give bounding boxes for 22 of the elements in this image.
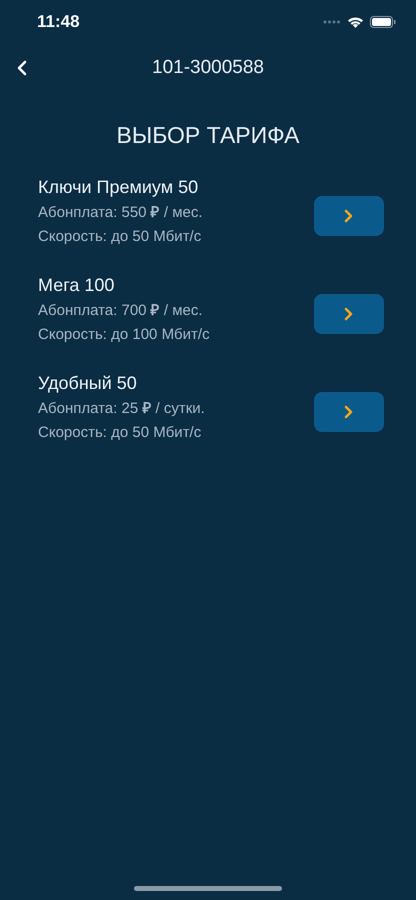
select-tariff-button[interactable] (314, 294, 384, 334)
select-tariff-button[interactable] (314, 392, 384, 432)
tariff-name: Удобный 50 (38, 372, 138, 395)
chevron-right-icon (344, 306, 354, 320)
tariff-name: Мега 100 (38, 274, 116, 296)
wifi-icon (347, 16, 364, 28)
status-time: 11:48 (37, 11, 80, 34)
chevron-right-icon (344, 208, 354, 222)
page-heading: ВЫБОР ТАРИФА (116, 121, 300, 150)
tariff-fee: Абонплата: 25 ₽ / сутки. (38, 398, 205, 418)
tariff-fee: Абонплата: 550 ₽ / мес. (38, 202, 203, 222)
chevron-right-icon (344, 404, 354, 418)
signal-icon (323, 20, 341, 24)
tariff-speed: Скорость: до 50 Мбит/с (38, 226, 202, 246)
tariff-speed: Скорость: до 50 Мбит/с (38, 422, 202, 442)
tariff-fee: Абонплата: 700 ₽ / мес. (38, 300, 204, 320)
nav-title: 101-3000588 (152, 56, 264, 80)
tariff-speed: Скорость: до 100 Мбит/с (38, 324, 210, 344)
select-tariff-button[interactable] (314, 196, 384, 236)
battery-icon (370, 16, 396, 28)
tariff-name: Ключи Премиум 50 (38, 176, 200, 199)
back-icon (17, 60, 27, 76)
